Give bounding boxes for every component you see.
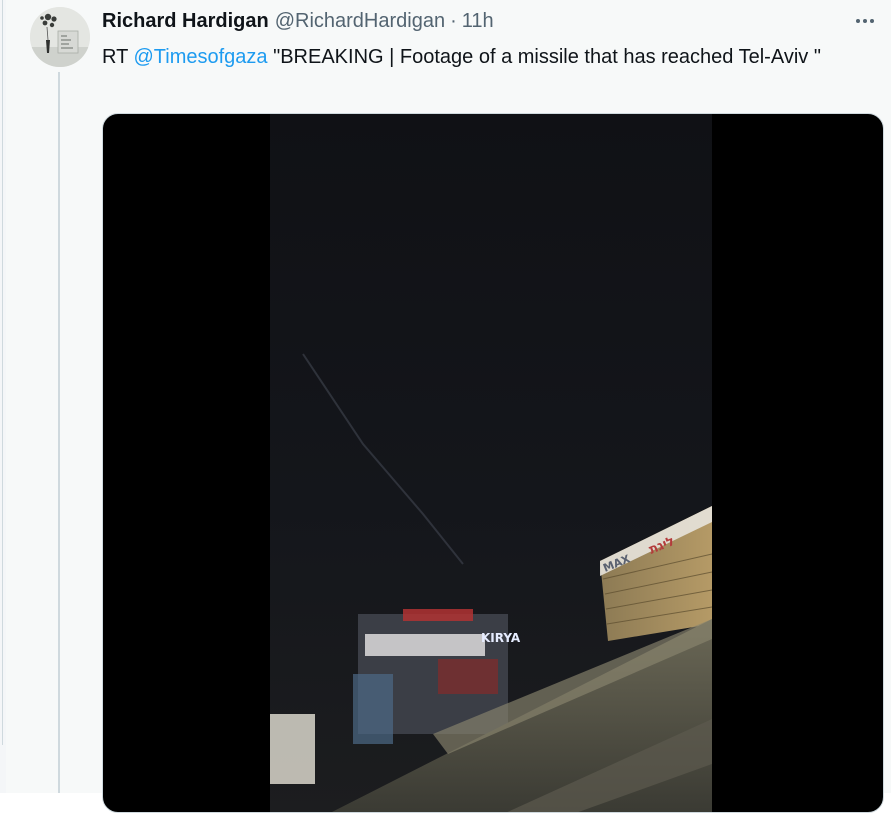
display-name[interactable]: Richard Hardigan [102, 8, 269, 34]
video-frame: MAX ליגת KIRYA [270, 114, 713, 812]
left-edge-divider [2, 0, 3, 745]
avatar-image [30, 7, 90, 67]
avatar[interactable] [30, 7, 90, 67]
tweet-article[interactable]: Richard Hardigan @RichardHardigan · 11h … [6, 0, 891, 813]
separator-dot: · [450, 10, 457, 32]
sign-left: KIRYA [481, 631, 521, 645]
video-player[interactable]: MAX ליגת KIRYA [102, 113, 884, 813]
user-handle[interactable]: @RichardHardigan [275, 8, 445, 34]
tweet-header: Richard Hardigan @RichardHardigan · 11h [102, 8, 494, 34]
tweet-text-prefix: RT [102, 46, 134, 68]
timestamp[interactable]: 11h [462, 8, 494, 34]
more-horizontal-icon [855, 19, 876, 23]
mention-link[interactable]: @Timesofgaza [134, 46, 268, 68]
tweet-text-body: "BREAKING | Footage of a missile that ha… [267, 46, 821, 68]
tweet-text: RT @Timesofgaza "BREAKING | Footage of a… [102, 42, 867, 72]
thread-line [58, 72, 60, 793]
more-button[interactable] [850, 8, 880, 34]
